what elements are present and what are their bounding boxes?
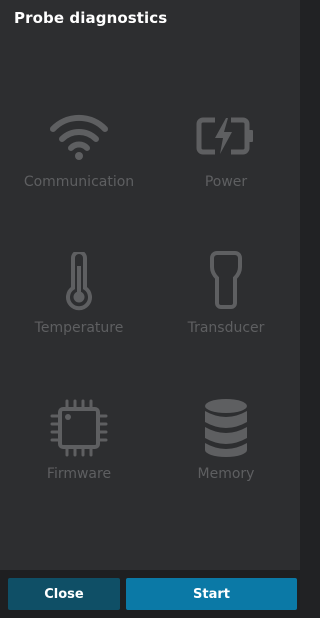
test-label-communication: Communication (23, 174, 135, 190)
test-communication[interactable]: Communication (4, 104, 154, 234)
battery-charging-icon (194, 104, 258, 168)
wifi-icon (47, 104, 111, 168)
close-button[interactable]: Close (8, 578, 120, 610)
test-label-firmware: Firmware (46, 466, 112, 482)
test-label-memory: Memory (197, 466, 255, 482)
test-label-temperature: Temperature (34, 320, 124, 336)
test-label-power: Power (204, 174, 248, 190)
diagnostics-grid: Communication Power Temperature Transduc… (0, 0, 300, 570)
chip-icon (47, 396, 111, 460)
probe-diagnostics-screen: Probe diagnostics Communication Power Te… (0, 0, 300, 618)
test-power[interactable]: Power (151, 104, 301, 234)
test-memory[interactable]: Memory (151, 396, 301, 526)
thermometer-icon (47, 250, 111, 314)
start-button[interactable]: Start (126, 578, 297, 610)
test-label-transducer: Transducer (187, 320, 265, 336)
test-firmware[interactable]: Firmware (4, 396, 154, 526)
database-icon (194, 396, 258, 460)
probe-transducer-icon (194, 250, 258, 314)
test-temperature[interactable]: Temperature (4, 250, 154, 380)
test-transducer[interactable]: Transducer (151, 250, 301, 380)
